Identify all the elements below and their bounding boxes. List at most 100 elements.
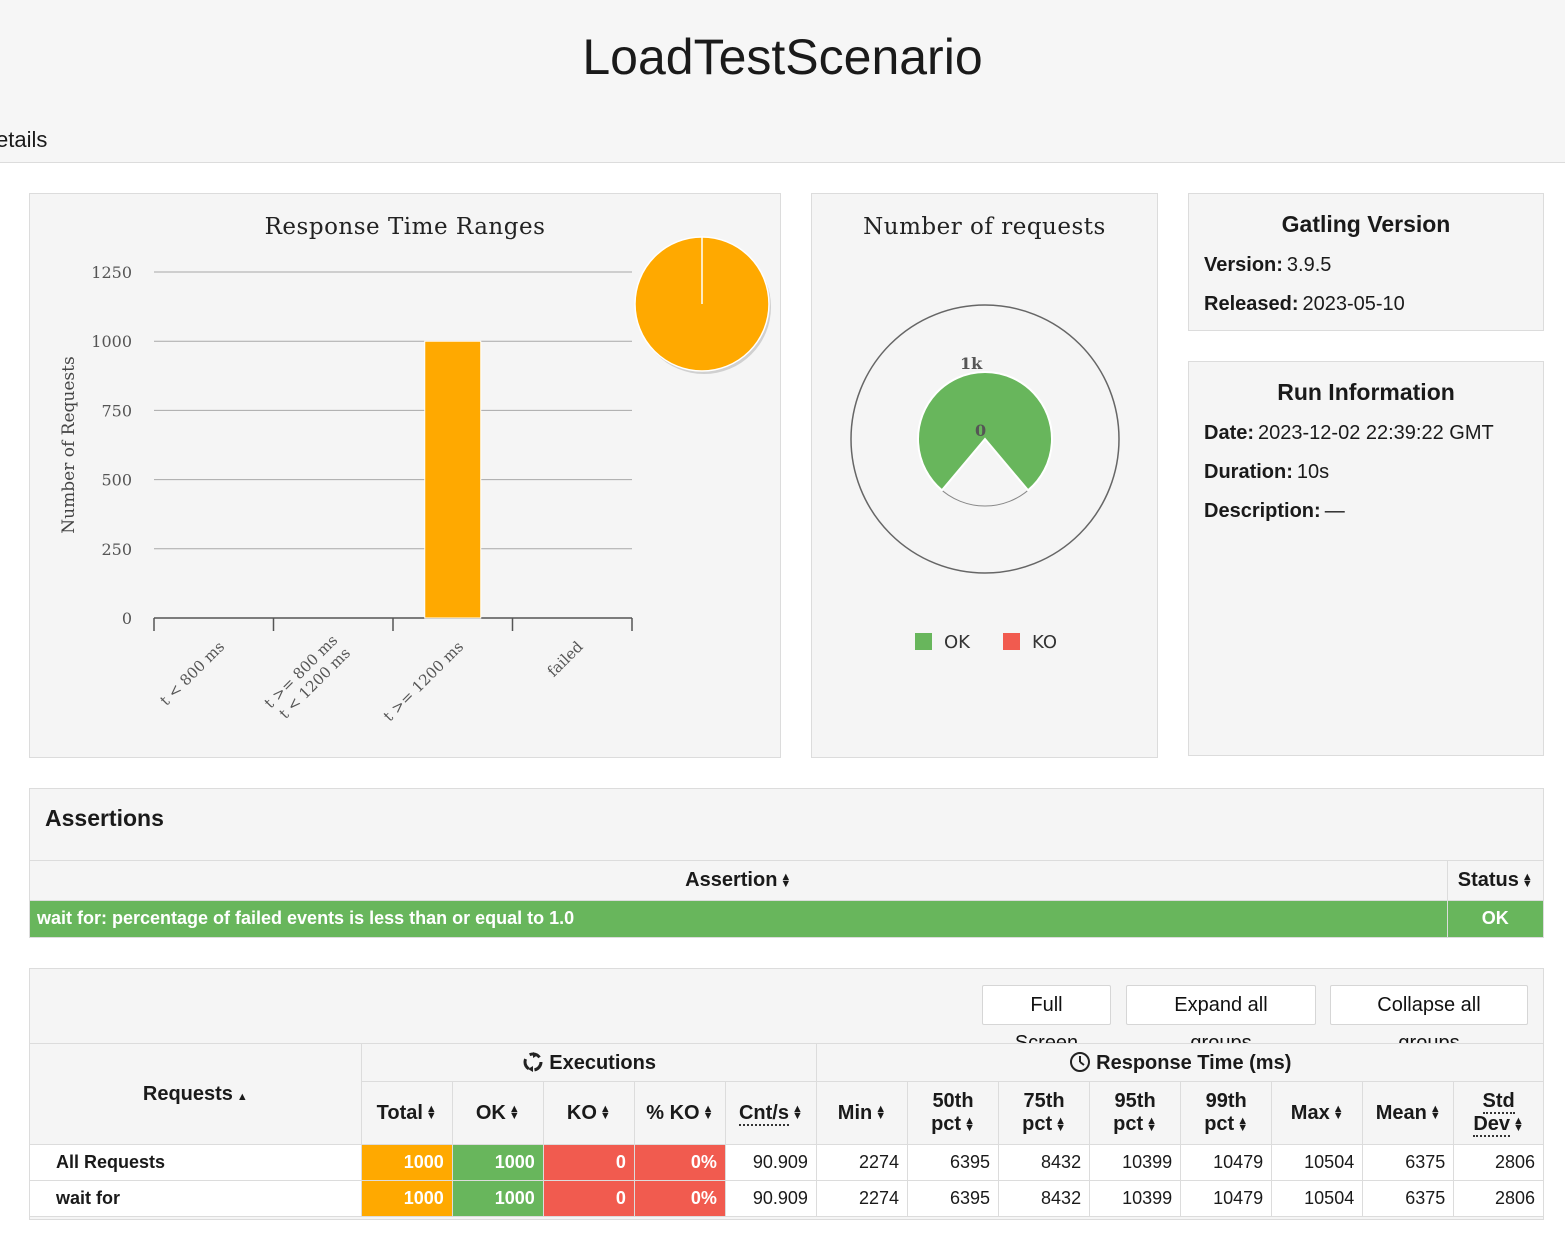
p95-label-line1: 95th [1114,1090,1156,1112]
mean-label: Mean [1375,1101,1427,1124]
assertion-status: OK [1481,908,1509,929]
p99-label-line2: pct [1204,1113,1235,1135]
duration-label: Duration: [1204,461,1293,483]
p75-label-line2: pct [1022,1113,1053,1135]
run-date-row: Date: 2023-12-02 22:39:22 GMT [1204,422,1494,445]
version-value: 3.9.5 [1286,254,1332,276]
sort-icon: ▲ ▼ [791,1103,803,1123]
date-label: Date: [1204,422,1255,444]
status-column-header[interactable]: Status ▲ ▼ [1446,860,1543,901]
assertion-column-label: Assertion [685,869,778,891]
pct-ko-label: % KO [646,1101,700,1124]
sort-asc-icon: ▲ [236,1090,248,1103]
x-tick-label-line: t < 800 ms [156,638,228,710]
collapse-all-groups-button[interactable]: Collapse all groups [1330,985,1528,1054]
sort-icon: ▲ ▼ [1146,1114,1158,1134]
std-dev-column-header[interactable]: Std Dev ▲ ▼ [1453,1081,1543,1145]
assertions-table: Assertion ▲ ▼ Status ▲ ▼ wait for: percentag… [30,860,1543,937]
sort-icon: ▲ ▼ [508,1103,520,1123]
p50-label-line2: pct [931,1113,962,1135]
cell-mean: 6375 [1362,1180,1455,1217]
cnts-label: Cnt/s [738,1101,789,1126]
request-name[interactable]: All Requests [30,1144,362,1181]
cnts-column-header[interactable]: Cnt/s ▲ ▼ [724,1081,817,1145]
p95-column-header[interactable]: 95th pct ▲ ▼ [1089,1081,1182,1145]
gauge-tick-label: 0 [975,421,986,440]
cell-cnts: 90.909 [724,1180,817,1217]
full-screen-button[interactable]: Full Screen [982,985,1111,1054]
statistics-panel: Full Screen Expand all groups Collapse a… [29,968,1544,1220]
assertion-column-header[interactable]: Assertion ▲ ▼ [30,860,1448,901]
cell-total: 1000 [360,1180,453,1217]
sort-icon: ▲ ▼ [1237,1114,1249,1134]
cell-min: 2274 [815,1144,908,1181]
total-label: Total [376,1101,423,1124]
statistics-table: Requests▲ Executions Response Time (ms) [30,1043,1543,1217]
total-column-header[interactable]: Total ▲ ▼ [360,1081,453,1145]
legend-ko-swatch [1003,633,1020,650]
ko-column-header[interactable]: KO ▲ ▼ [542,1081,635,1145]
assertions-heading: Assertions [45,805,164,831]
p75-column-header[interactable]: 75th pct ▲ ▼ [998,1081,1091,1145]
sort-icon: ▲ ▼ [780,870,792,890]
cell-max: 10504 [1271,1144,1364,1181]
std-label-line1: Std [1482,1090,1515,1114]
legend-ok-label: OK [944,632,970,653]
expand-all-groups-button[interactable]: Expand all groups [1126,985,1316,1054]
y-tick-label: 250 [101,540,132,559]
y-tick-label: 500 [101,471,132,490]
requests-chart: 0 1k [850,304,1120,574]
x-tick-label-line: t >= 1200 ms [380,638,467,725]
p50-column-header[interactable]: 50th pct ▲ ▼ [906,1081,1000,1145]
min-column-header[interactable]: Min ▲ ▼ [815,1081,908,1145]
x-tick-label: t >= 800 mst < 1200 ms [261,631,354,722]
sort-icon: ▲ ▼ [875,1103,887,1123]
requests-column-header[interactable]: Requests ▲ [30,1043,362,1145]
menu-item-details[interactable]: etails [0,127,47,153]
legend-ok[interactable]: OK [915,632,970,653]
cell-ok: 1000 [451,1180,544,1217]
x-tick-label-line: failed [544,637,587,680]
ko-label: KO [566,1101,597,1124]
requests-column-label: Requests [142,1082,233,1105]
request-name[interactable]: wait for [30,1180,362,1217]
legend-ko[interactable]: KO [1003,632,1057,653]
ok-column-header[interactable]: OK ▲ ▼ [451,1081,544,1145]
duration-value: 10s [1296,461,1330,483]
cell-p75: 8432 [998,1180,1091,1217]
cell-p75: 8432 [998,1144,1091,1181]
description-label: Description: [1204,500,1321,522]
run-description-row: Description: — [1204,500,1345,523]
cell-p95: 10399 [1089,1144,1182,1181]
bar [424,340,482,619]
cell-min: 2274 [815,1180,908,1217]
sort-icon: ▲ ▼ [702,1103,714,1123]
date-value: 2023-12-02 22:39:22 GMT [1258,422,1494,444]
executions-group-label: Executions [549,1051,656,1074]
x-tick-label: t < 800 ms [156,638,228,710]
cell-p99: 10479 [1180,1144,1273,1181]
page-title: LoadTestScenario [582,29,983,85]
response-time-chart: 0 250 500 750 1000 1250 t < 800 ms t >= 800 mst… [59,236,771,725]
assertion-row: wait for: percentage of failed events is… [30,900,1543,937]
number-of-requests-panel: Number of requests 0 1k OK KO [811,193,1158,758]
sort-icon: ▲ ▼ [964,1114,975,1134]
max-label: Max [1290,1101,1330,1124]
released-label: Released: [1204,293,1299,315]
table-row[interactable]: All Requests 1000 1000 0 0% 90.909 2274 … [30,1144,1543,1181]
x-tick-label: failed [544,637,587,680]
cell-std-dev: 2806 [1453,1144,1543,1181]
cell-total: 1000 [360,1144,453,1181]
max-column-header[interactable]: Max ▲ ▼ [1271,1081,1364,1145]
table-row[interactable]: wait for 1000 1000 0 0% 90.909 2274 6395… [30,1180,1543,1217]
assertion-text: wait for: percentage of failed events is… [30,900,1448,937]
sort-icon: ▲ ▼ [1429,1103,1441,1123]
cell-p50: 6395 [906,1180,1000,1217]
clock-icon [1069,1051,1090,1072]
p99-column-header[interactable]: 99th pct ▲ ▼ [1180,1081,1273,1145]
mean-column-header[interactable]: Mean ▲ ▼ [1362,1081,1455,1145]
sort-icon: ▲ ▼ [1513,1114,1524,1134]
cell-mean: 6375 [1362,1144,1455,1181]
sort-icon: ▲ ▼ [1332,1103,1344,1123]
pct-ko-column-header[interactable]: % KO ▲ ▼ [633,1081,726,1145]
